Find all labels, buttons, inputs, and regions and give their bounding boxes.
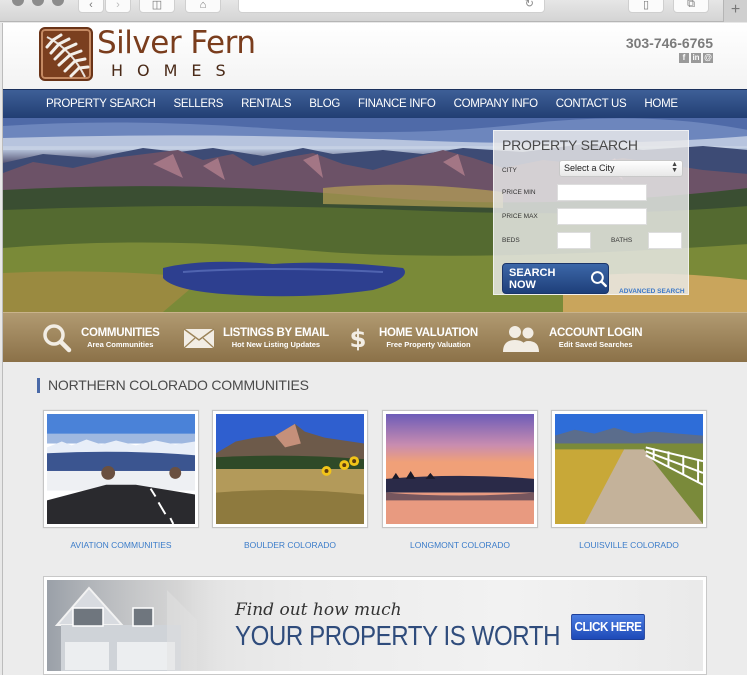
city-select[interactable]: Select a City ▲ ▼: [559, 160, 683, 177]
users-icon: [503, 326, 539, 352]
social-links: f in @: [679, 53, 713, 63]
search-now-label: SEARCH NOW: [509, 266, 556, 291]
logo-subtitle: HOMES: [111, 61, 240, 80]
property-search-panel: PROPERTY SEARCH CITY Select a City ▲ ▼ PR…: [493, 130, 689, 295]
tabs-button[interactable]: ⧉: [673, 0, 709, 13]
address-bar[interactable]: ↻: [238, 0, 545, 13]
community-link[interactable]: BOULDER COLORADO: [212, 540, 368, 550]
search-now-button[interactable]: SEARCH NOW: [502, 263, 609, 294]
feature-communities[interactable]: COMMUNITIES Area Communities: [41, 313, 160, 363]
price-min-input[interactable]: [557, 184, 647, 201]
price-min-label: PRICE MIN: [502, 189, 536, 196]
price-max-input[interactable]: [557, 208, 647, 225]
logo-title[interactable]: Silver Fern: [97, 25, 256, 61]
home-icon: ⌂: [199, 0, 207, 11]
chevron-left-icon: ‹: [89, 0, 93, 11]
community-card[interactable]: BOULDER COLORADO: [212, 410, 368, 550]
linkedin-icon[interactable]: in: [691, 53, 701, 63]
community-image-longmont: [386, 414, 534, 524]
feature-listings-by-email[interactable]: LISTINGS BY EMAIL Hot New Listing Update…: [183, 313, 329, 363]
dollar-icon: $: [350, 324, 367, 353]
property-worth-banner[interactable]: Find out how much YOUR PROPERTY IS WORTH…: [43, 576, 707, 675]
nav-contact-us[interactable]: CONTACT US: [556, 98, 627, 110]
close-window-button[interactable]: [12, 0, 24, 6]
communities-heading: NORTHERN COLORADO COMMUNITIES: [37, 378, 309, 393]
community-image-frame[interactable]: [43, 410, 199, 528]
browser-toolbar: ‹ › ◫ ⌂ ↻ ▯ ⧉ +: [0, 0, 747, 22]
phone-number[interactable]: 303-746-6765: [626, 35, 713, 51]
community-card[interactable]: LOUISVILLE COLORADO: [551, 410, 707, 550]
nav-blog[interactable]: BLOG: [309, 98, 340, 110]
search-icon: [591, 270, 608, 287]
feature-subtitle: Area Communities: [87, 340, 154, 349]
community-image-boulder: [216, 414, 364, 524]
search-icon: [43, 324, 72, 353]
select-arrows-icon: ▲ ▼: [671, 161, 678, 174]
envelope-icon: [183, 328, 215, 349]
feature-title: COMMUNITIES: [81, 327, 160, 339]
feature-account-login[interactable]: ACCOUNT LOGIN Edit Saved Searches: [501, 313, 643, 363]
minimize-window-button[interactable]: [32, 0, 44, 6]
banner-headline: YOUR PROPERTY IS WORTH: [235, 620, 561, 651]
tabs-icon: ⧉: [687, 0, 695, 10]
chevron-right-icon: ›: [116, 0, 120, 11]
nav-home[interactable]: HOME: [644, 98, 678, 110]
feature-subtitle: Edit Saved Searches: [558, 340, 633, 349]
email-icon[interactable]: @: [703, 53, 713, 63]
site-header: Silver Fern HOMES 303-746-6765 f in @: [3, 23, 747, 89]
fern-logo-icon[interactable]: [39, 27, 93, 81]
sidebar-icon: ◫: [151, 0, 163, 11]
house-illustration-icon: [47, 580, 237, 671]
new-tab-button[interactable]: +: [723, 0, 747, 22]
baths-label: BATHS: [611, 237, 633, 244]
zoom-window-button[interactable]: [52, 0, 64, 6]
svg-text:$: $: [350, 324, 367, 353]
nav-finance-info[interactable]: FINANCE INFO: [358, 98, 436, 110]
forward-button[interactable]: ›: [105, 0, 131, 13]
click-here-button[interactable]: CLICK HERE: [571, 614, 645, 640]
facebook-icon[interactable]: f: [679, 53, 689, 63]
nav-sellers[interactable]: SELLERS: [173, 98, 223, 110]
web-page: Silver Fern HOMES 303-746-6765 f in @ PR…: [2, 23, 747, 675]
property-search-title: PROPERTY SEARCH: [502, 137, 638, 153]
sidebar-button[interactable]: ◫: [139, 0, 175, 13]
beds-label: BEDS: [502, 237, 520, 244]
nav-property-search[interactable]: PROPERTY SEARCH: [46, 98, 156, 110]
share-icon: ▯: [642, 0, 650, 11]
feature-title: ACCOUNT LOGIN: [549, 327, 643, 339]
main-nav: PROPERTY SEARCH SELLERS RENTALS BLOG FIN…: [3, 89, 747, 118]
beds-input[interactable]: [557, 232, 591, 249]
baths-input[interactable]: [648, 232, 682, 249]
city-label: CITY: [502, 167, 517, 174]
feature-title: LISTINGS BY EMAIL: [223, 327, 329, 339]
city-select-value: Select a City: [564, 163, 615, 173]
feature-title: HOME VALUATION: [379, 327, 478, 339]
feature-home-valuation[interactable]: $ HOME VALUATION Free Property Valuation: [345, 313, 479, 363]
community-link[interactable]: LOUISVILLE COLORADO: [551, 540, 707, 550]
banner-tagline: Find out how much: [235, 600, 402, 620]
community-card[interactable]: AVIATION COMMUNITIES: [43, 410, 199, 550]
community-image-frame[interactable]: [382, 410, 538, 528]
advanced-search-link[interactable]: ADVANCED SEARCH: [619, 288, 685, 295]
community-image-louisville: [555, 414, 704, 524]
banner-inner: Find out how much YOUR PROPERTY IS WORTH…: [47, 580, 703, 671]
community-image-frame[interactable]: [212, 410, 368, 528]
feature-bar: COMMUNITIES Area Communities LISTINGS BY…: [3, 312, 747, 362]
community-image-aviation: [47, 414, 195, 525]
feature-subtitle: Hot New Listing Updates: [231, 340, 321, 349]
nav-company-info[interactable]: COMPANY INFO: [454, 98, 538, 110]
reload-icon[interactable]: ↻: [525, 0, 534, 10]
back-button[interactable]: ‹: [78, 0, 104, 13]
community-link[interactable]: AVIATION COMMUNITIES: [43, 540, 199, 550]
community-card[interactable]: LONGMONT COLORADO: [382, 410, 538, 550]
price-max-label: PRICE MAX: [502, 213, 538, 220]
community-image-frame[interactable]: [551, 410, 707, 528]
community-link[interactable]: LONGMONT COLORADO: [382, 540, 538, 550]
nav-rentals[interactable]: RENTALS: [241, 98, 291, 110]
feature-subtitle: Free Property Valuation: [386, 340, 471, 349]
home-button[interactable]: ⌂: [185, 0, 221, 13]
share-button[interactable]: ▯: [628, 0, 664, 13]
